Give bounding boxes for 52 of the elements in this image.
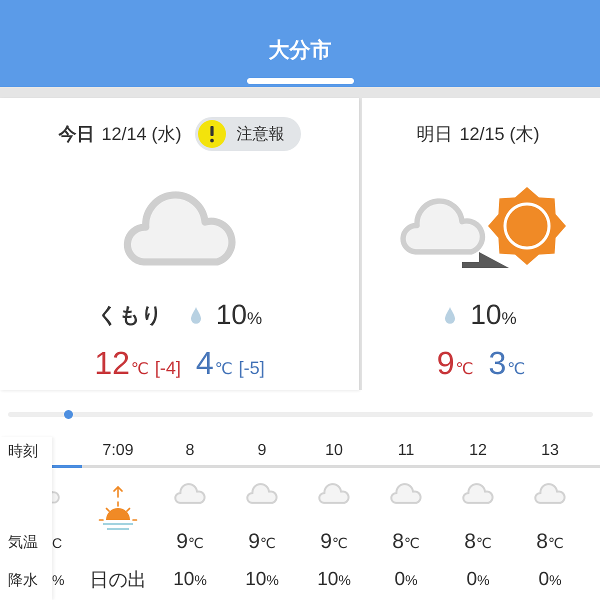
- hour-precipitation: 10%: [173, 569, 207, 591]
- hour-temperature: 8℃: [536, 530, 564, 554]
- cloud-icon: [246, 483, 278, 504]
- cloud-icon: [174, 483, 206, 504]
- raindrop-icon: [190, 306, 201, 324]
- hour-label: 12: [469, 442, 487, 460]
- hour-label: 11: [398, 442, 414, 460]
- hour-precipitation: 0%: [466, 569, 490, 591]
- cloud-then-sun-icon: [399, 186, 567, 270]
- high-temperature: 9℃: [436, 345, 474, 382]
- hour-temperature: 9℃: [320, 530, 348, 554]
- weather-condition: くもり: [96, 303, 163, 329]
- high-temperature: 12℃: [94, 345, 149, 382]
- precipitation-chance: 10%: [470, 299, 517, 331]
- hour-precipitation: 0%: [394, 569, 418, 591]
- row-label: 時刻: [7, 442, 39, 460]
- date-label: 12/15 (木): [459, 123, 540, 146]
- day-label: 明日: [416, 123, 452, 146]
- hour-temperature: 9℃: [248, 530, 276, 554]
- hour-label: 10: [325, 442, 343, 460]
- hour-precipitation: %: [52, 571, 64, 590]
- row-label: 気温: [7, 532, 39, 552]
- cloud-icon: [318, 483, 350, 504]
- low-temperature-change: [-5]: [238, 358, 265, 379]
- scroll-handle[interactable]: [64, 410, 73, 419]
- cloud-icon: [462, 483, 494, 504]
- hour-precipitation: 0%: [538, 569, 562, 591]
- hour-temperature: 8℃: [464, 530, 492, 554]
- hour-label: 13: [541, 442, 559, 460]
- low-temperature: 4℃: [196, 345, 233, 382]
- cloud-icon: [122, 190, 236, 266]
- precipitation-chance: 10%: [216, 299, 262, 331]
- warning-icon: [198, 120, 226, 148]
- sunrise-label: 日の出: [90, 569, 146, 593]
- hour-temperature: 8℃: [392, 530, 420, 554]
- row-label: 降水: [7, 570, 39, 590]
- high-temperature-change: [-4]: [154, 358, 181, 379]
- raindrop-icon: [445, 306, 456, 324]
- hour-temperature: C: [52, 534, 62, 553]
- hour-label: 7:09: [102, 442, 134, 460]
- hour-label: 9: [258, 442, 266, 460]
- cloud-icon: [534, 483, 566, 504]
- advisory-button[interactable]: 注意報: [194, 117, 301, 151]
- date-label: 12/14 (水): [101, 123, 182, 146]
- hour-precipitation: 10%: [245, 569, 279, 591]
- hour-label: 8: [186, 442, 194, 460]
- low-temperature: 3℃: [488, 345, 526, 382]
- day-label: 今日: [58, 123, 94, 146]
- scroll-track[interactable]: [8, 412, 593, 417]
- hour-precipitation: 10%: [317, 569, 351, 591]
- hour-temperature: 9℃: [176, 530, 204, 554]
- cloud-icon: [390, 483, 422, 504]
